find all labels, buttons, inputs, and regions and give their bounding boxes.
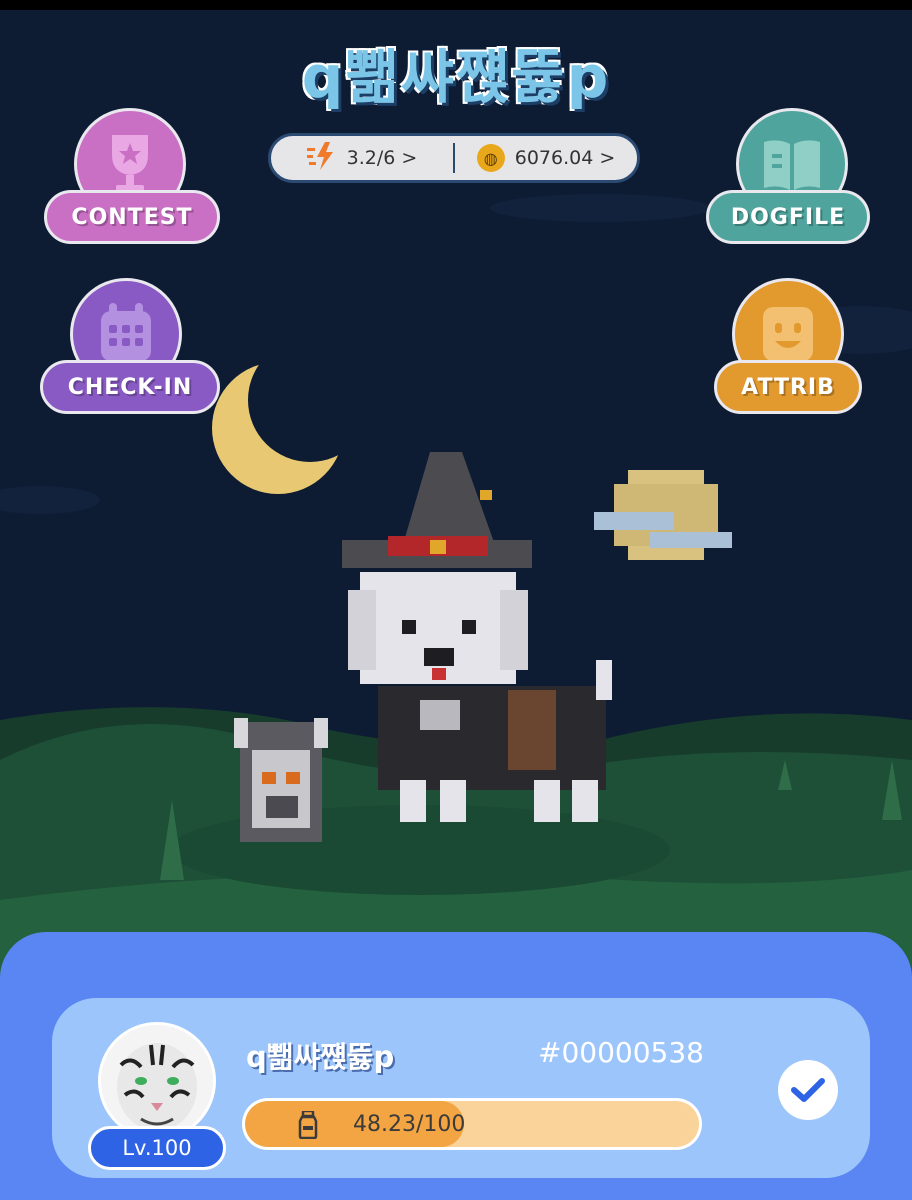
pet-title: q뾂쌰쨵뜛p bbox=[301, 43, 611, 111]
ghost-pet-sprite bbox=[234, 718, 328, 842]
exp-text: 48.23/100 bbox=[353, 1111, 466, 1137]
coin-icon: ◍ bbox=[476, 144, 505, 172]
smiley-icon bbox=[763, 307, 813, 361]
contest-button[interactable]: CONTEST bbox=[44, 108, 224, 248]
book-icon bbox=[764, 140, 820, 190]
energy-stat[interactable]: 3.2/6 > bbox=[271, 136, 453, 180]
checkmark-icon bbox=[791, 1078, 825, 1102]
confirm-button[interactable] bbox=[778, 1060, 838, 1120]
exp-progress-bar: 48.23/100 bbox=[242, 1098, 702, 1150]
calendar-icon bbox=[101, 303, 151, 361]
check-in-label: CHECK-IN bbox=[40, 360, 220, 414]
energy-value: 3.2/6 > bbox=[346, 147, 418, 169]
level-badge: Lv.100 bbox=[88, 1126, 226, 1170]
pet-name: q뾂쌰쨵뜛p bbox=[246, 1040, 395, 1074]
trophy-icon bbox=[112, 135, 148, 193]
coins-stat[interactable]: ◍ 6076.04 > bbox=[455, 136, 637, 180]
check-in-button[interactable]: CHECK-IN bbox=[40, 278, 220, 418]
attrib-button[interactable]: ATTRIB bbox=[714, 278, 894, 418]
resource-bar: 3.2/6 > ◍ 6076.04 > bbox=[268, 133, 640, 183]
pet-id: #00000538 bbox=[538, 1036, 704, 1069]
bottle-icon bbox=[297, 1109, 319, 1143]
exp-track: 48.23/100 bbox=[245, 1101, 699, 1147]
dogfile-label: DOGFILE bbox=[706, 190, 870, 244]
lightning-icon bbox=[306, 142, 337, 174]
white-tiger-avatar bbox=[101, 1025, 213, 1137]
contest-label: CONTEST bbox=[44, 190, 220, 244]
attrib-label: ATTRIB bbox=[714, 360, 862, 414]
coins-value: 6076.04 > bbox=[514, 147, 616, 169]
dogfile-button[interactable]: DOGFILE bbox=[706, 108, 886, 248]
avatar[interactable] bbox=[98, 1022, 216, 1140]
